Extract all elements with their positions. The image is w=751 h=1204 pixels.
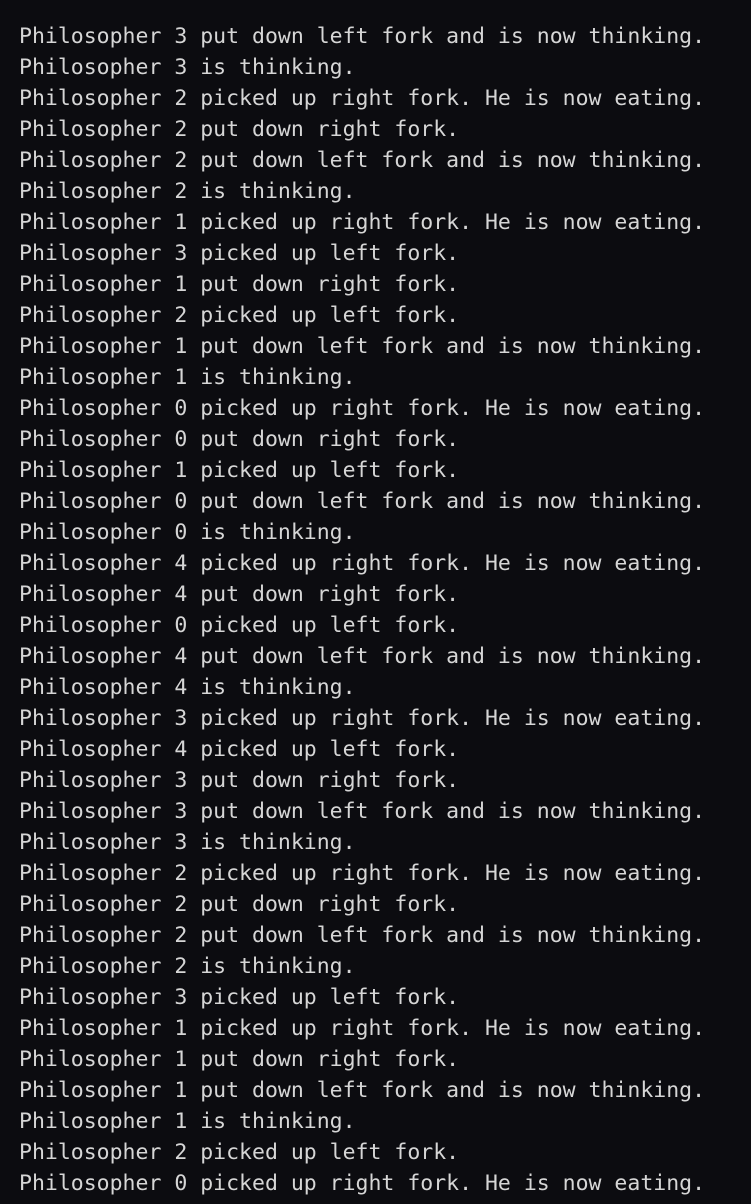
terminal-line: Philosopher 0 picked up right fork. He i… (19, 1171, 706, 1196)
terminal-line: Philosopher 1 picked up left fork. (19, 458, 460, 483)
terminal-line: Philosopher 1 put down left fork and is … (19, 1078, 706, 1103)
terminal-line: Philosopher 0 is thinking. (19, 520, 356, 545)
terminal-line: Philosopher 4 put down right fork. (19, 582, 460, 607)
terminal-line: Philosopher 0 picked up right fork. He i… (19, 396, 706, 421)
terminal-line: Philosopher 1 put down right fork. (19, 1047, 460, 1072)
terminal-line: Philosopher 1 put down right fork. (19, 272, 460, 297)
terminal-line: Philosopher 3 is thinking. (19, 55, 356, 80)
terminal-line: Philosopher 2 put down right fork. (19, 117, 460, 142)
terminal-line: Philosopher 2 picked up right fork. He i… (19, 86, 706, 111)
terminal-line: Philosopher 1 is thinking. (19, 1109, 356, 1134)
terminal-line: Philosopher 0 picked up left fork. (19, 613, 460, 638)
terminal-line: Philosopher 2 is thinking. (19, 954, 356, 979)
terminal-line: Philosopher 3 put down left fork and is … (19, 24, 706, 49)
terminal-line: Philosopher 2 is thinking. (19, 179, 356, 204)
terminal-line: Philosopher 2 picked up left fork. (19, 1140, 460, 1165)
terminal-window[interactable]: Philosopher 3 put down left fork and is … (0, 0, 751, 1204)
terminal-output: Philosopher 3 put down left fork and is … (19, 21, 751, 1199)
terminal-line: Philosopher 3 is thinking. (19, 830, 356, 855)
terminal-line: Philosopher 4 is thinking. (19, 675, 356, 700)
terminal-line: Philosopher 4 put down left fork and is … (19, 644, 706, 669)
terminal-line: Philosopher 3 picked up left fork. (19, 241, 460, 266)
terminal-line: Philosopher 0 put down left fork and is … (19, 489, 706, 514)
terminal-line: Philosopher 4 picked up left fork. (19, 737, 460, 762)
terminal-line: Philosopher 2 picked up right fork. He i… (19, 861, 706, 886)
terminal-line: Philosopher 4 picked up right fork. He i… (19, 551, 706, 576)
terminal-line: Philosopher 2 put down right fork. (19, 892, 460, 917)
terminal-line: Philosopher 3 put down right fork. (19, 768, 460, 793)
terminal-line: Philosopher 1 picked up right fork. He i… (19, 210, 706, 235)
terminal-line: Philosopher 2 put down left fork and is … (19, 923, 706, 948)
terminal-line: Philosopher 2 put down left fork and is … (19, 148, 706, 173)
terminal-line: Philosopher 0 put down right fork. (19, 427, 460, 452)
terminal-line: Philosopher 1 put down left fork and is … (19, 334, 706, 359)
terminal-line: Philosopher 2 picked up left fork. (19, 303, 460, 328)
terminal-line: Philosopher 1 picked up right fork. He i… (19, 1016, 706, 1041)
terminal-line: Philosopher 1 is thinking. (19, 365, 356, 390)
terminal-line: Philosopher 3 picked up right fork. He i… (19, 706, 706, 731)
terminal-line: Philosopher 3 put down left fork and is … (19, 799, 706, 824)
terminal-line: Philosopher 3 picked up left fork. (19, 985, 460, 1010)
